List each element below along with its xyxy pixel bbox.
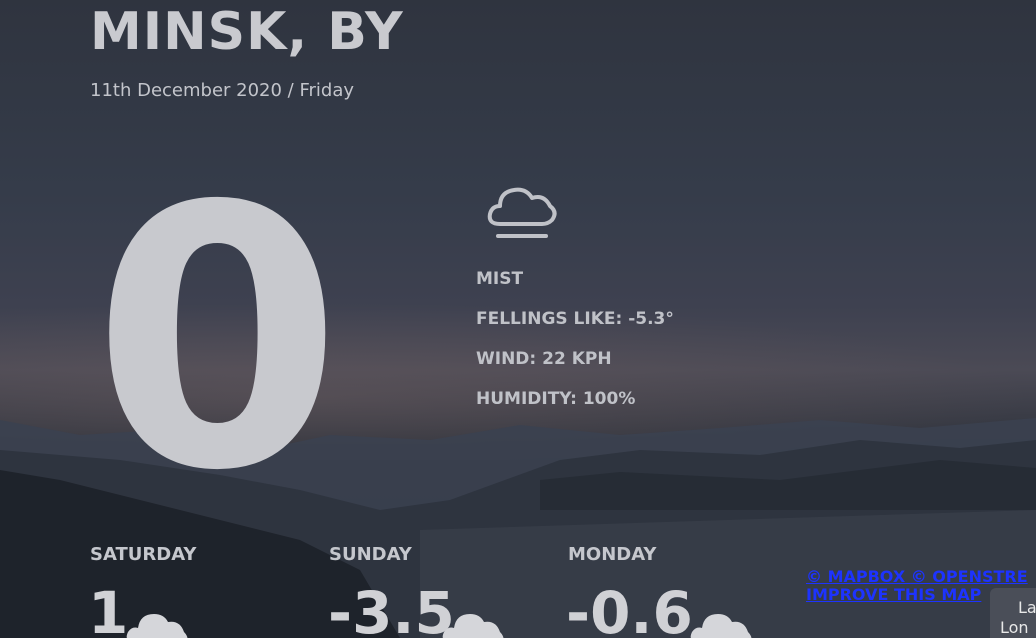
latitude-label: La: [1018, 598, 1036, 617]
wind-speed: WIND: 22 KPH: [476, 349, 612, 369]
forecast-day-label: MONDAY: [568, 544, 657, 565]
city-title: MINSK, BY: [90, 2, 404, 62]
cloud-icon: [126, 614, 188, 638]
weather-details: MIST FELLINGS LIKE: -5.3° WIND: 22 KPH H…: [476, 268, 674, 428]
current-temperature: 0: [92, 130, 343, 549]
forecast-temperature: 1: [88, 579, 129, 638]
current-date: 11th December 2020 / Friday: [90, 80, 355, 101]
forecast-temperature: -0.6: [566, 579, 693, 638]
cloud-fog-icon: [487, 187, 557, 238]
forecast-day-label: SATURDAY: [90, 544, 197, 565]
map-coordinates-panel: La Lon: [990, 588, 1036, 638]
map-copyright-link[interactable]: © MAPBOX © OPENSTRE: [806, 568, 1028, 586]
cloud-icon: [690, 614, 752, 638]
feels-like: FELLINGS LIKE: -5.3°: [476, 309, 674, 329]
cloud-icon: [442, 614, 504, 638]
forecast-temperature: -3.5: [328, 579, 455, 638]
humidity: HUMIDITY: 100%: [476, 389, 636, 409]
weather-condition: MIST: [476, 269, 524, 289]
forecast-day-label: SUNDAY: [329, 544, 412, 565]
longitude-label: Lon: [1000, 618, 1029, 637]
